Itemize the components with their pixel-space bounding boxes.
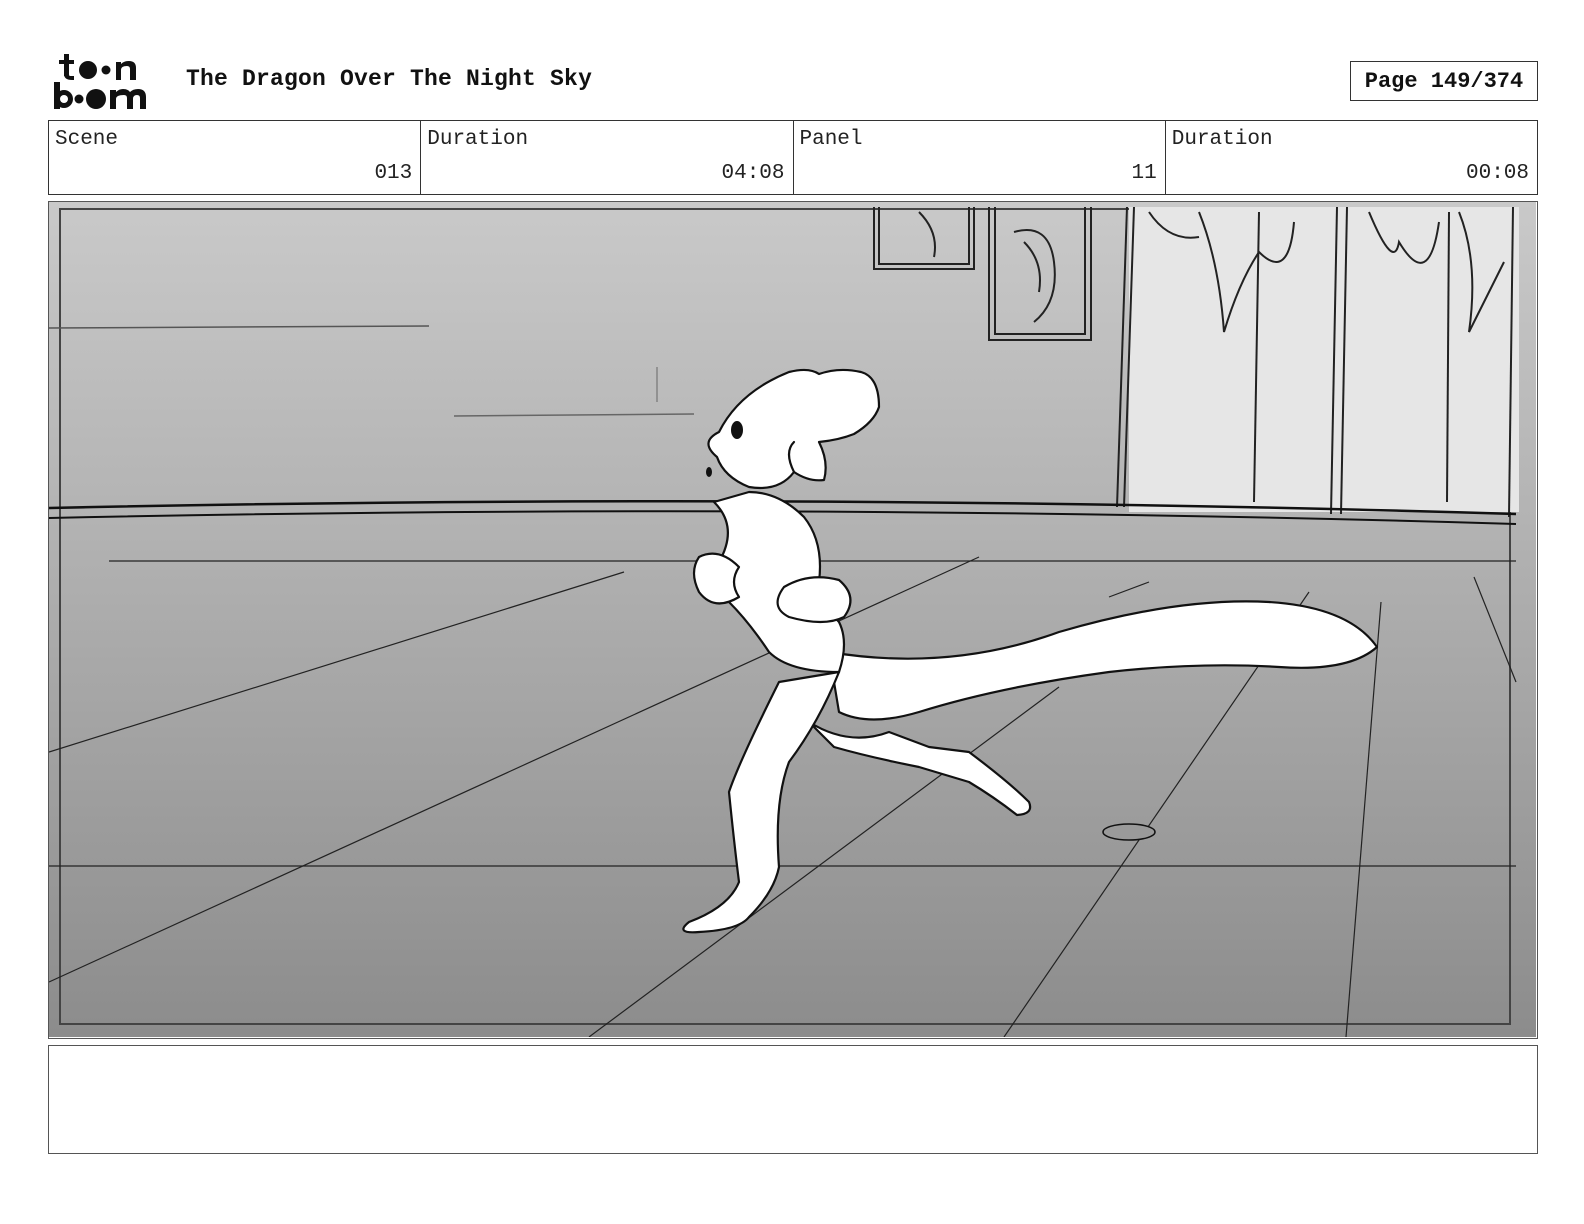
scene-label: Scene — [55, 128, 119, 151]
scene-duration-value: 04:08 — [721, 162, 785, 185]
floor-object — [1102, 823, 1156, 841]
storyboard-panel — [48, 201, 1538, 1039]
scene-duration-cell: Duration 04:08 — [421, 121, 794, 194]
panel-info-row: Scene 013 Duration 04:08 Panel 11 Durati… — [48, 120, 1538, 195]
panel-duration-value: 00:08 — [1465, 162, 1529, 185]
toon-boom-logo — [54, 54, 146, 109]
panel-duration-label: Duration — [1171, 128, 1273, 151]
window — [1116, 206, 1519, 518]
panel-duration-cell: Duration 00:08 — [1166, 121, 1537, 194]
page-indicator: Page 149/374 — [1350, 61, 1538, 101]
scene-duration-label: Duration — [427, 128, 529, 151]
panel-label: Panel — [799, 128, 863, 151]
panel-value: 11 — [1131, 162, 1157, 185]
scene-value: 013 — [374, 162, 413, 185]
scene-cell: Scene 013 — [49, 121, 422, 194]
panel-notes — [48, 1045, 1538, 1154]
panel-cell: Panel 11 — [794, 121, 1166, 194]
storyboard-title: The Dragon Over The Night Sky — [186, 66, 593, 92]
panel-drawing — [49, 202, 1536, 1037]
